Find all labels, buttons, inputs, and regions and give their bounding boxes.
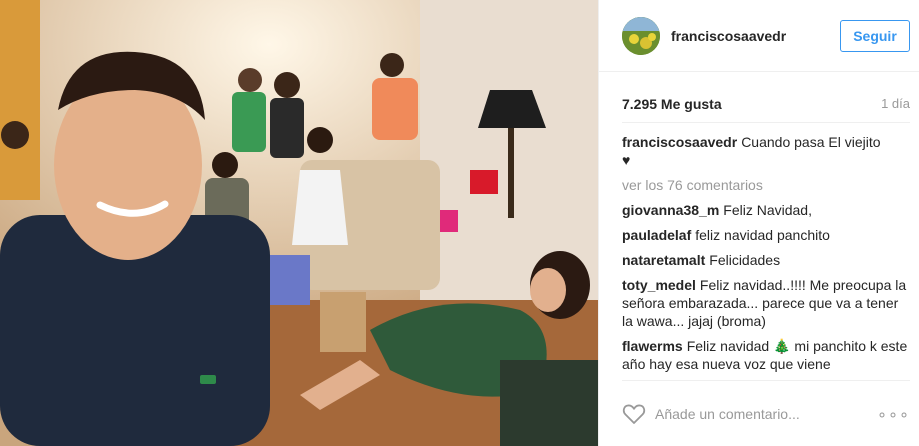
comment-text: Feliz Navidad, <box>723 202 812 218</box>
comment-username[interactable]: giovanna38_m <box>622 202 719 218</box>
heart-emoji-icon: ♥ <box>622 152 631 168</box>
comment: nataretamalt Felicidades <box>622 251 912 269</box>
caption-username[interactable]: franciscosaavedr <box>622 134 737 150</box>
comment-username[interactable]: nataretamalt <box>622 252 705 268</box>
post-header: franciscosaavedr Seguir <box>599 0 919 72</box>
comment-composer: ∘∘∘ <box>622 380 910 446</box>
divider <box>622 122 910 123</box>
comment: giovanna38_m Feliz Navidad, <box>622 201 912 219</box>
post-photo[interactable] <box>0 0 598 446</box>
view-all-comments-link[interactable]: ver los 76 comentarios <box>622 176 912 194</box>
comment-username[interactable]: pauladelaf <box>622 227 691 243</box>
likes-count[interactable]: 7.295 Me gusta <box>622 96 722 112</box>
comment-text: Felicidades <box>709 252 781 268</box>
comment-input[interactable] <box>655 403 865 425</box>
post-stats: 7.295 Me gusta 1 día <box>622 96 910 116</box>
comment: toty_medel Feliz navidad..!!!! Me preocup… <box>622 276 912 330</box>
comment-username[interactable]: flawerms <box>622 338 683 354</box>
caption-text: Cuando pasa El viejito <box>741 134 881 150</box>
heart-icon[interactable] <box>622 403 646 425</box>
comments-list: franciscosaavedr Cuando pasa El viejito ♥… <box>622 133 912 380</box>
more-icon[interactable]: ∘∘∘ <box>877 405 910 425</box>
post-time[interactable]: 1 día <box>881 96 910 111</box>
avatar[interactable] <box>622 17 660 55</box>
follow-button[interactable]: Seguir <box>840 20 910 52</box>
comment: pauladelaf feliz navidad panchito <box>622 226 912 244</box>
comment-text: feliz navidad panchito <box>695 227 830 243</box>
comment-username[interactable]: toty_medel <box>622 277 696 293</box>
comment: flawerms Feliz navidad 🎄 mi panchito k es… <box>622 337 912 373</box>
header-username[interactable]: franciscosaavedr <box>671 28 786 44</box>
caption: franciscosaavedr Cuando pasa El viejito ♥ <box>622 133 912 169</box>
post-sidebar: franciscosaavedr Seguir 7.295 Me gusta 1… <box>598 0 919 446</box>
